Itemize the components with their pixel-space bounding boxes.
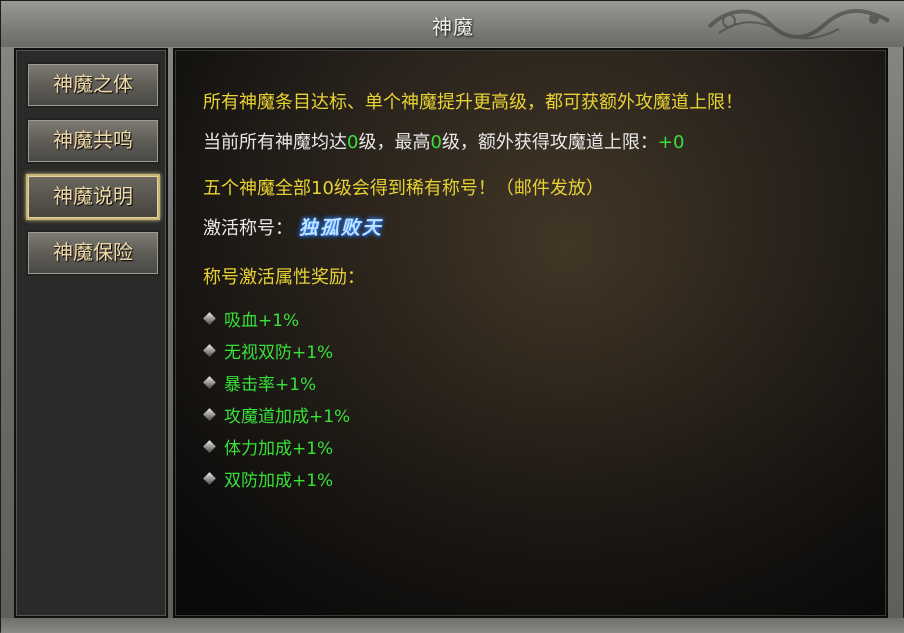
tab-label: 神魔共鸣: [53, 128, 133, 152]
reward-item: 体力加成+1%: [203, 434, 334, 459]
diamond-bullet-icon: [203, 343, 216, 357]
tab-label: 神魔之体: [53, 72, 133, 96]
activate-title-label: 激活称号：: [203, 218, 293, 239]
reward-text: 双防加成+1%: [224, 471, 334, 491]
tab-shenmo-resonance[interactable]: 神魔共鸣: [26, 118, 160, 164]
reward-text: 暴击率+1%: [224, 375, 317, 395]
window-bottom-border: [1, 618, 904, 633]
content-panel: 所有神魔条目达标、单个神魔提升更高级，都可获额外攻魔道上限！ 当前所有神魔均达0…: [173, 48, 888, 618]
reward-item: 攻魔道加成+1%: [203, 402, 351, 427]
diamond-bullet-icon: [203, 439, 216, 453]
current-level-part2: 级，最高: [358, 132, 431, 153]
tab-shenmo-body[interactable]: 神魔之体: [26, 62, 160, 108]
dragon-ornament-icon: [707, 8, 890, 40]
reward-text: 体力加成+1%: [224, 439, 334, 459]
current-level-part1: 当前所有神魔均达: [203, 132, 347, 153]
shenmo-window: 神魔 神魔之体 神魔共鸣 神魔说明 神魔保险 所有神魔条目达标、单个神魔提升更高…: [0, 0, 904, 633]
level-all-value: 0: [347, 132, 359, 153]
rare-title-text: 五个神魔全部10级会得到稀有称号！（邮件发放）: [203, 178, 604, 199]
tab-label: 神魔保险: [53, 240, 133, 264]
activate-title-row: 激活称号： 独孤败天: [203, 213, 383, 240]
tab-shenmo-insurance[interactable]: 神魔保险: [26, 230, 160, 276]
reward-text: 攻魔道加成+1%: [224, 407, 351, 427]
reward-item: 无视双防+1%: [203, 338, 334, 363]
diamond-bullet-icon: [203, 407, 216, 421]
reward-item: 双防加成+1%: [203, 466, 334, 491]
diamond-bullet-icon: [203, 375, 216, 389]
title-bar[interactable]: 神魔: [1, 1, 904, 47]
sidebar: 神魔之体 神魔共鸣 神魔说明 神魔保险: [14, 48, 168, 618]
diamond-bullet-icon: [203, 311, 216, 325]
reward-header: 称号激活属性奖励：: [203, 267, 365, 288]
current-level-part3: 级，额外获得攻魔道上限：: [441, 132, 658, 153]
level-max-value: 0: [430, 132, 442, 153]
bonus-value: +0: [657, 132, 685, 153]
current-level-text: 当前所有神魔均达0级，最高0级，额外获得攻魔道上限：+0: [203, 128, 684, 154]
tab-shenmo-description[interactable]: 神魔说明: [26, 174, 160, 220]
tab-label: 神魔说明: [53, 184, 133, 208]
intro-text: 所有神魔条目达标、单个神魔提升更高级，都可获额外攻魔道上限！: [203, 92, 743, 113]
title-name-badge: 独孤败天: [298, 217, 383, 239]
reward-item: 暴击率+1%: [203, 370, 317, 395]
reward-text: 无视双防+1%: [224, 343, 334, 363]
reward-text: 吸血+1%: [224, 311, 300, 331]
diamond-bullet-icon: [203, 471, 216, 485]
reward-item: 吸血+1%: [203, 306, 300, 331]
